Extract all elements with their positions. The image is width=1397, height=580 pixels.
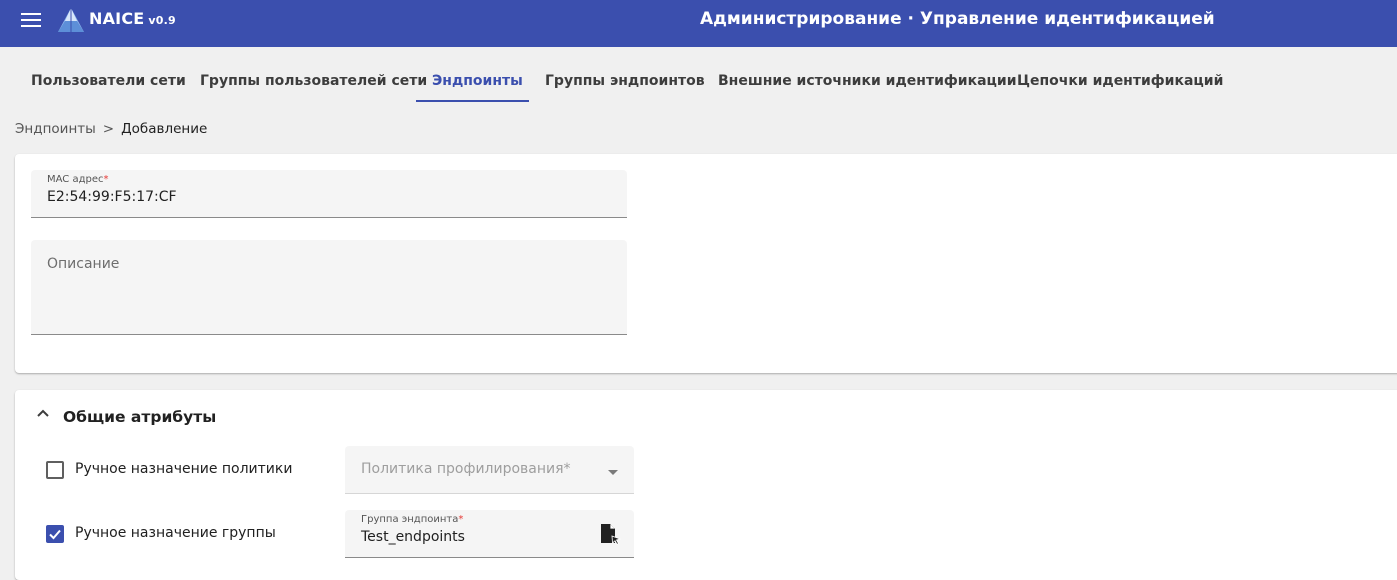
manual-group-label: Ручное назначение группы xyxy=(75,525,276,541)
mac-address-label: MAC адрес* xyxy=(47,174,109,186)
endpoint-group-label: Группа эндпоинта* xyxy=(361,514,463,526)
manual-policy-checkbox[interactable] xyxy=(46,461,64,479)
mac-address-field[interactable]: MAC адрес* E2:54:99:F5:17:CF xyxy=(31,170,627,218)
naice-logo xyxy=(58,8,84,32)
endpoint-group-label-text: Группа эндпоинта xyxy=(361,514,459,525)
file-select-icon[interactable] xyxy=(599,523,621,545)
description-placeholder: Описание xyxy=(47,256,120,272)
breadcrumb-endpoints-link[interactable]: Эндпоинты xyxy=(15,121,96,137)
required-mark: * xyxy=(458,514,464,525)
manual-group-checkbox[interactable] xyxy=(46,525,64,543)
section-title: Общие атрибуты xyxy=(63,408,217,426)
tab-identity-chains[interactable]: Цепочки идентификаций xyxy=(1017,69,1223,93)
breadcrumb: Эндпоинты > Добавление xyxy=(15,118,207,140)
general-attributes-card: Общие атрибуты Ручное назначение политик… xyxy=(15,390,1397,580)
breadcrumb-current: Добавление xyxy=(121,121,208,137)
top-app-bar: NAICE v0.9 Администрирование · Управление… xyxy=(0,0,1397,47)
dropdown-arrow-icon xyxy=(608,470,618,475)
profiling-policy-placeholder: Политика профилирования* xyxy=(361,461,571,477)
tab-endpoint-groups[interactable]: Группы эндпоинтов xyxy=(545,69,705,93)
mac-address-label-text: MAC адрес xyxy=(47,174,104,185)
tab-bar: Пользователи сети Группы пользователей с… xyxy=(0,47,1397,119)
app-name-text: NAICE xyxy=(89,9,145,28)
page-title: Администрирование · Управление идентифик… xyxy=(700,9,1215,29)
endpoint-group-field[interactable]: Группа эндпоинта* Test_endpoints xyxy=(345,510,634,558)
endpoint-main-card: MAC адрес* E2:54:99:F5:17:CF Описание xyxy=(15,154,1397,373)
tab-endpoints[interactable]: Эндпоинты xyxy=(432,69,523,93)
description-field[interactable]: Описание xyxy=(31,240,627,335)
required-mark: * xyxy=(103,174,109,185)
app-name[interactable]: NAICE v0.9 xyxy=(89,8,176,32)
tab-network-users[interactable]: Пользователи сети xyxy=(31,69,186,93)
app-version: v0.9 xyxy=(148,14,176,27)
checkmark-icon xyxy=(49,529,61,540)
profiling-policy-select[interactable]: Политика профилирования* xyxy=(345,446,634,494)
menu-icon[interactable] xyxy=(21,11,41,29)
endpoint-group-value: Test_endpoints xyxy=(361,529,465,545)
active-tab-indicator xyxy=(416,100,529,102)
tab-external-identity-sources[interactable]: Внешние источники идентификации xyxy=(718,69,1017,93)
manual-policy-label: Ручное назначение политики xyxy=(75,461,293,477)
mac-address-value: E2:54:99:F5:17:CF xyxy=(47,189,177,205)
tab-network-user-groups[interactable]: Группы пользователей сети xyxy=(200,69,427,93)
chevron-up-icon[interactable] xyxy=(35,406,51,422)
breadcrumb-separator: > xyxy=(102,121,115,137)
